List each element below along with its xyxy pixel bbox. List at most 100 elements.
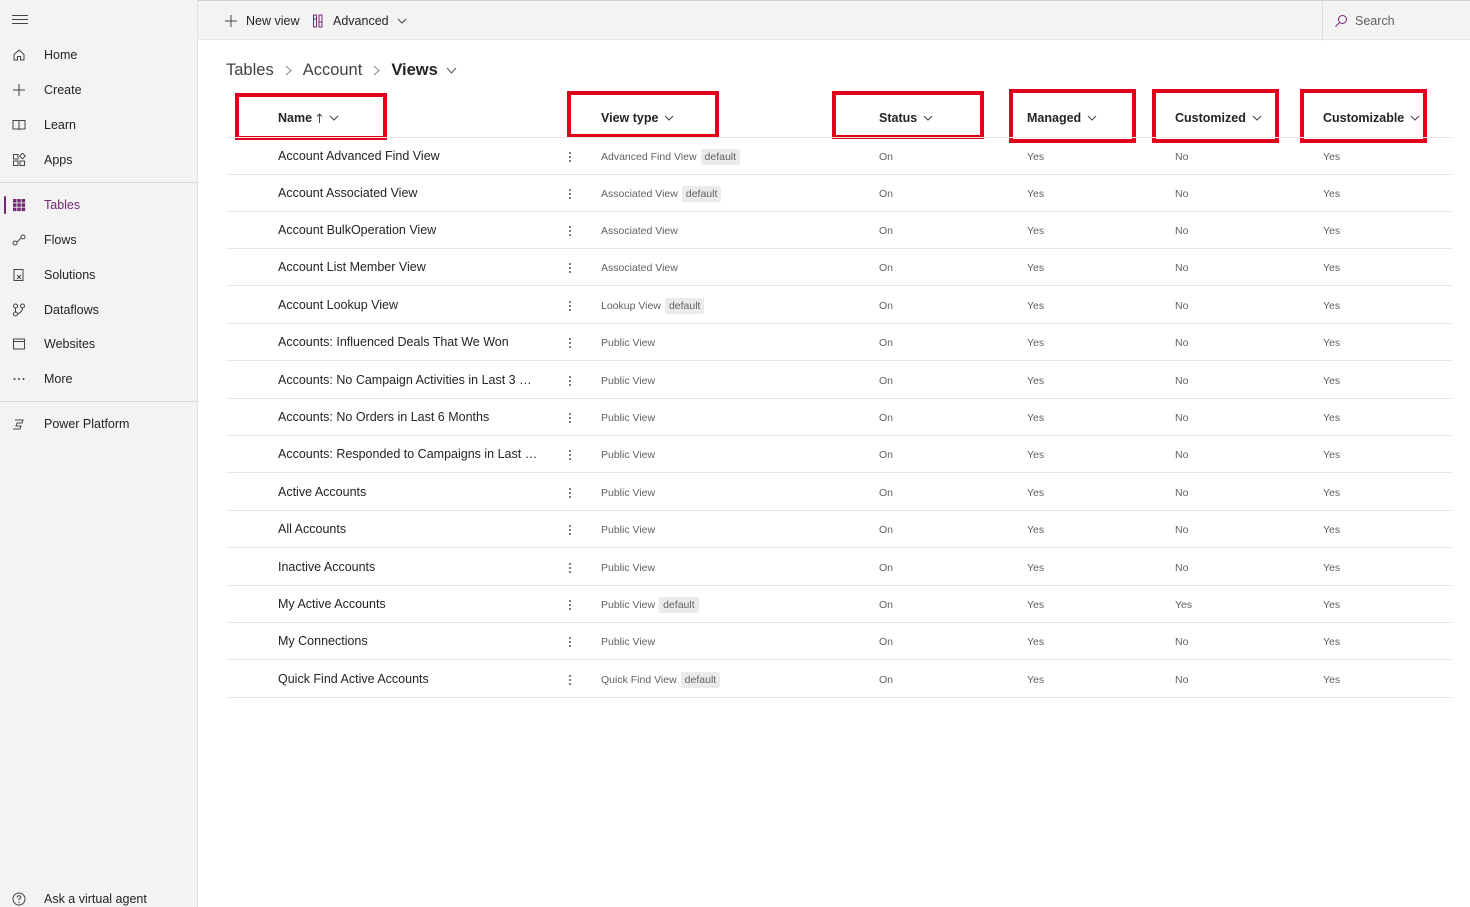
view-name[interactable]: Account Associated View bbox=[278, 175, 540, 212]
view-type-text: Public View bbox=[601, 523, 656, 536]
breadcrumb: Tables Account Views bbox=[226, 58, 457, 82]
more-options-icon[interactable] bbox=[564, 399, 576, 436]
table-row[interactable]: Active Accounts Public View On Yes No Ye… bbox=[226, 474, 1452, 511]
view-name[interactable]: Accounts: Responded to Campaigns in Last… bbox=[278, 436, 540, 473]
table-row[interactable]: All Accounts Public View On Yes No Yes bbox=[226, 511, 1452, 548]
view-type-cell: Public View bbox=[601, 362, 655, 399]
sidebar-item-power-platform[interactable]: Power Platform bbox=[0, 409, 198, 439]
sidebar-item-more[interactable]: More bbox=[0, 364, 198, 394]
view-name[interactable]: Quick Find Active Accounts bbox=[278, 661, 540, 698]
view-name[interactable]: Account Lookup View bbox=[278, 287, 540, 324]
table-row[interactable]: Account Lookup View Lookup View default O… bbox=[226, 287, 1452, 324]
search-input[interactable]: Search bbox=[1322, 1, 1470, 41]
view-type-cell: Advanced Find View default bbox=[601, 138, 741, 175]
more-options-icon[interactable] bbox=[564, 362, 576, 399]
table-row[interactable]: My Connections Public View On Yes No Yes bbox=[226, 623, 1452, 660]
more-options-icon[interactable] bbox=[564, 586, 576, 623]
highlight-box-name bbox=[235, 93, 387, 140]
sidebar-item-label: More bbox=[44, 372, 73, 386]
table-row[interactable]: Account Associated View Associated View d… bbox=[226, 175, 1452, 212]
table-row[interactable]: Account List Member View Associated View… bbox=[226, 249, 1452, 286]
table-row[interactable]: Inactive Accounts Public View On Yes No … bbox=[226, 549, 1452, 586]
hamburger-menu-icon[interactable] bbox=[12, 12, 28, 26]
status-cell: On bbox=[879, 561, 894, 574]
table-row[interactable]: Accounts: No Campaign Activities in Last… bbox=[226, 362, 1452, 399]
apps-icon bbox=[11, 152, 27, 168]
more-options-icon[interactable] bbox=[564, 511, 576, 548]
more-options-icon[interactable] bbox=[564, 661, 576, 698]
customized-cell: Yes bbox=[1175, 598, 1193, 611]
ask-virtual-agent[interactable]: Ask a virtual agent bbox=[0, 884, 198, 907]
view-name[interactable]: Accounts: No Orders in Last 6 Months bbox=[278, 399, 540, 436]
view-type-text: Associated View bbox=[601, 224, 678, 237]
help-icon bbox=[11, 891, 27, 907]
customizable-cell: Yes bbox=[1323, 336, 1341, 349]
new-view-label: New view bbox=[246, 14, 300, 28]
more-options-icon[interactable] bbox=[564, 138, 576, 175]
breadcrumb-account[interactable]: Account bbox=[303, 61, 363, 80]
sidebar-item-tables[interactable]: Tables bbox=[0, 190, 198, 220]
sidebar-item-flows[interactable]: Flows bbox=[0, 225, 198, 255]
search-placeholder: Search bbox=[1355, 14, 1395, 28]
customized-cell: No bbox=[1175, 374, 1189, 387]
home-icon bbox=[11, 47, 27, 63]
chevron-down-icon[interactable] bbox=[446, 67, 457, 74]
more-options-icon[interactable] bbox=[564, 623, 576, 660]
customized-cell: No bbox=[1175, 523, 1189, 536]
breadcrumb-tables[interactable]: Tables bbox=[226, 61, 274, 80]
managed-cell: Yes bbox=[1027, 224, 1045, 237]
view-name[interactable]: Accounts: No Campaign Activities in Last… bbox=[278, 362, 540, 399]
more-options-icon[interactable] bbox=[564, 324, 576, 361]
highlight-box-customized bbox=[1152, 89, 1279, 143]
more-options-icon[interactable] bbox=[564, 436, 576, 473]
sidebar-item-dataflows[interactable]: Dataflows bbox=[0, 295, 198, 325]
sidebar-item-learn[interactable]: Learn bbox=[0, 110, 198, 140]
view-type-text: Associated View bbox=[601, 261, 678, 274]
view-name[interactable]: Active Accounts bbox=[278, 474, 540, 511]
table-row[interactable]: Accounts: Responded to Campaigns in Last… bbox=[226, 436, 1452, 473]
view-type-cell: Public View bbox=[601, 511, 655, 548]
more-options-icon[interactable] bbox=[564, 474, 576, 511]
managed-cell: Yes bbox=[1027, 486, 1045, 499]
plus-icon bbox=[11, 82, 27, 98]
breadcrumb-views: Views bbox=[391, 60, 438, 79]
status-cell: On bbox=[879, 374, 894, 387]
sidebar-item-apps[interactable]: Apps bbox=[0, 145, 198, 175]
table-row[interactable]: Accounts: No Orders in Last 6 Months Pub… bbox=[226, 399, 1452, 436]
status-cell: On bbox=[879, 224, 894, 237]
highlight-box-view-type bbox=[567, 91, 719, 138]
sidebar-item-label: Apps bbox=[44, 153, 73, 167]
customizable-cell: Yes bbox=[1323, 261, 1341, 274]
sidebar-item-create[interactable]: Create bbox=[0, 75, 198, 105]
more-options-icon[interactable] bbox=[564, 175, 576, 212]
status-cell: On bbox=[879, 673, 894, 686]
table-row[interactable]: My Active Accounts Public View default On… bbox=[226, 586, 1452, 623]
sidebar-item-solutions[interactable]: Solutions bbox=[0, 260, 198, 290]
table-row[interactable]: Quick Find Active Accounts Quick Find Vi… bbox=[226, 661, 1452, 698]
more-options-icon[interactable] bbox=[564, 249, 576, 286]
customizable-cell: Yes bbox=[1323, 673, 1341, 686]
advanced-label: Advanced bbox=[333, 14, 389, 28]
view-name[interactable]: Inactive Accounts bbox=[278, 549, 540, 586]
more-options-icon[interactable] bbox=[564, 549, 576, 586]
sidebar-item-websites[interactable]: Websites bbox=[0, 329, 198, 359]
search-icon bbox=[1335, 15, 1347, 27]
table-row[interactable]: Account BulkOperation View Associated Vi… bbox=[226, 212, 1452, 249]
advanced-button[interactable]: Advanced bbox=[312, 1, 407, 41]
table-row[interactable]: Accounts: Influenced Deals That We Won P… bbox=[226, 324, 1452, 361]
sidebar-item-home[interactable]: Home bbox=[0, 40, 198, 70]
view-name[interactable]: My Connections bbox=[278, 623, 540, 660]
more-options-icon[interactable] bbox=[564, 287, 576, 324]
customized-cell: No bbox=[1175, 673, 1189, 686]
view-name[interactable]: My Active Accounts bbox=[278, 586, 540, 623]
view-name[interactable]: Account BulkOperation View bbox=[278, 212, 540, 249]
view-name[interactable]: Account Advanced Find View bbox=[278, 138, 540, 175]
view-name[interactable]: Accounts: Influenced Deals That We Won bbox=[278, 324, 540, 361]
status-cell: On bbox=[879, 336, 894, 349]
new-view-button[interactable]: New view bbox=[224, 1, 300, 41]
view-name[interactable]: All Accounts bbox=[278, 511, 540, 548]
more-options-icon[interactable] bbox=[564, 212, 576, 249]
table-row[interactable]: Account Advanced Find View Advanced Find… bbox=[226, 138, 1452, 175]
view-name[interactable]: Account List Member View bbox=[278, 249, 540, 286]
customized-cell: No bbox=[1175, 411, 1189, 424]
